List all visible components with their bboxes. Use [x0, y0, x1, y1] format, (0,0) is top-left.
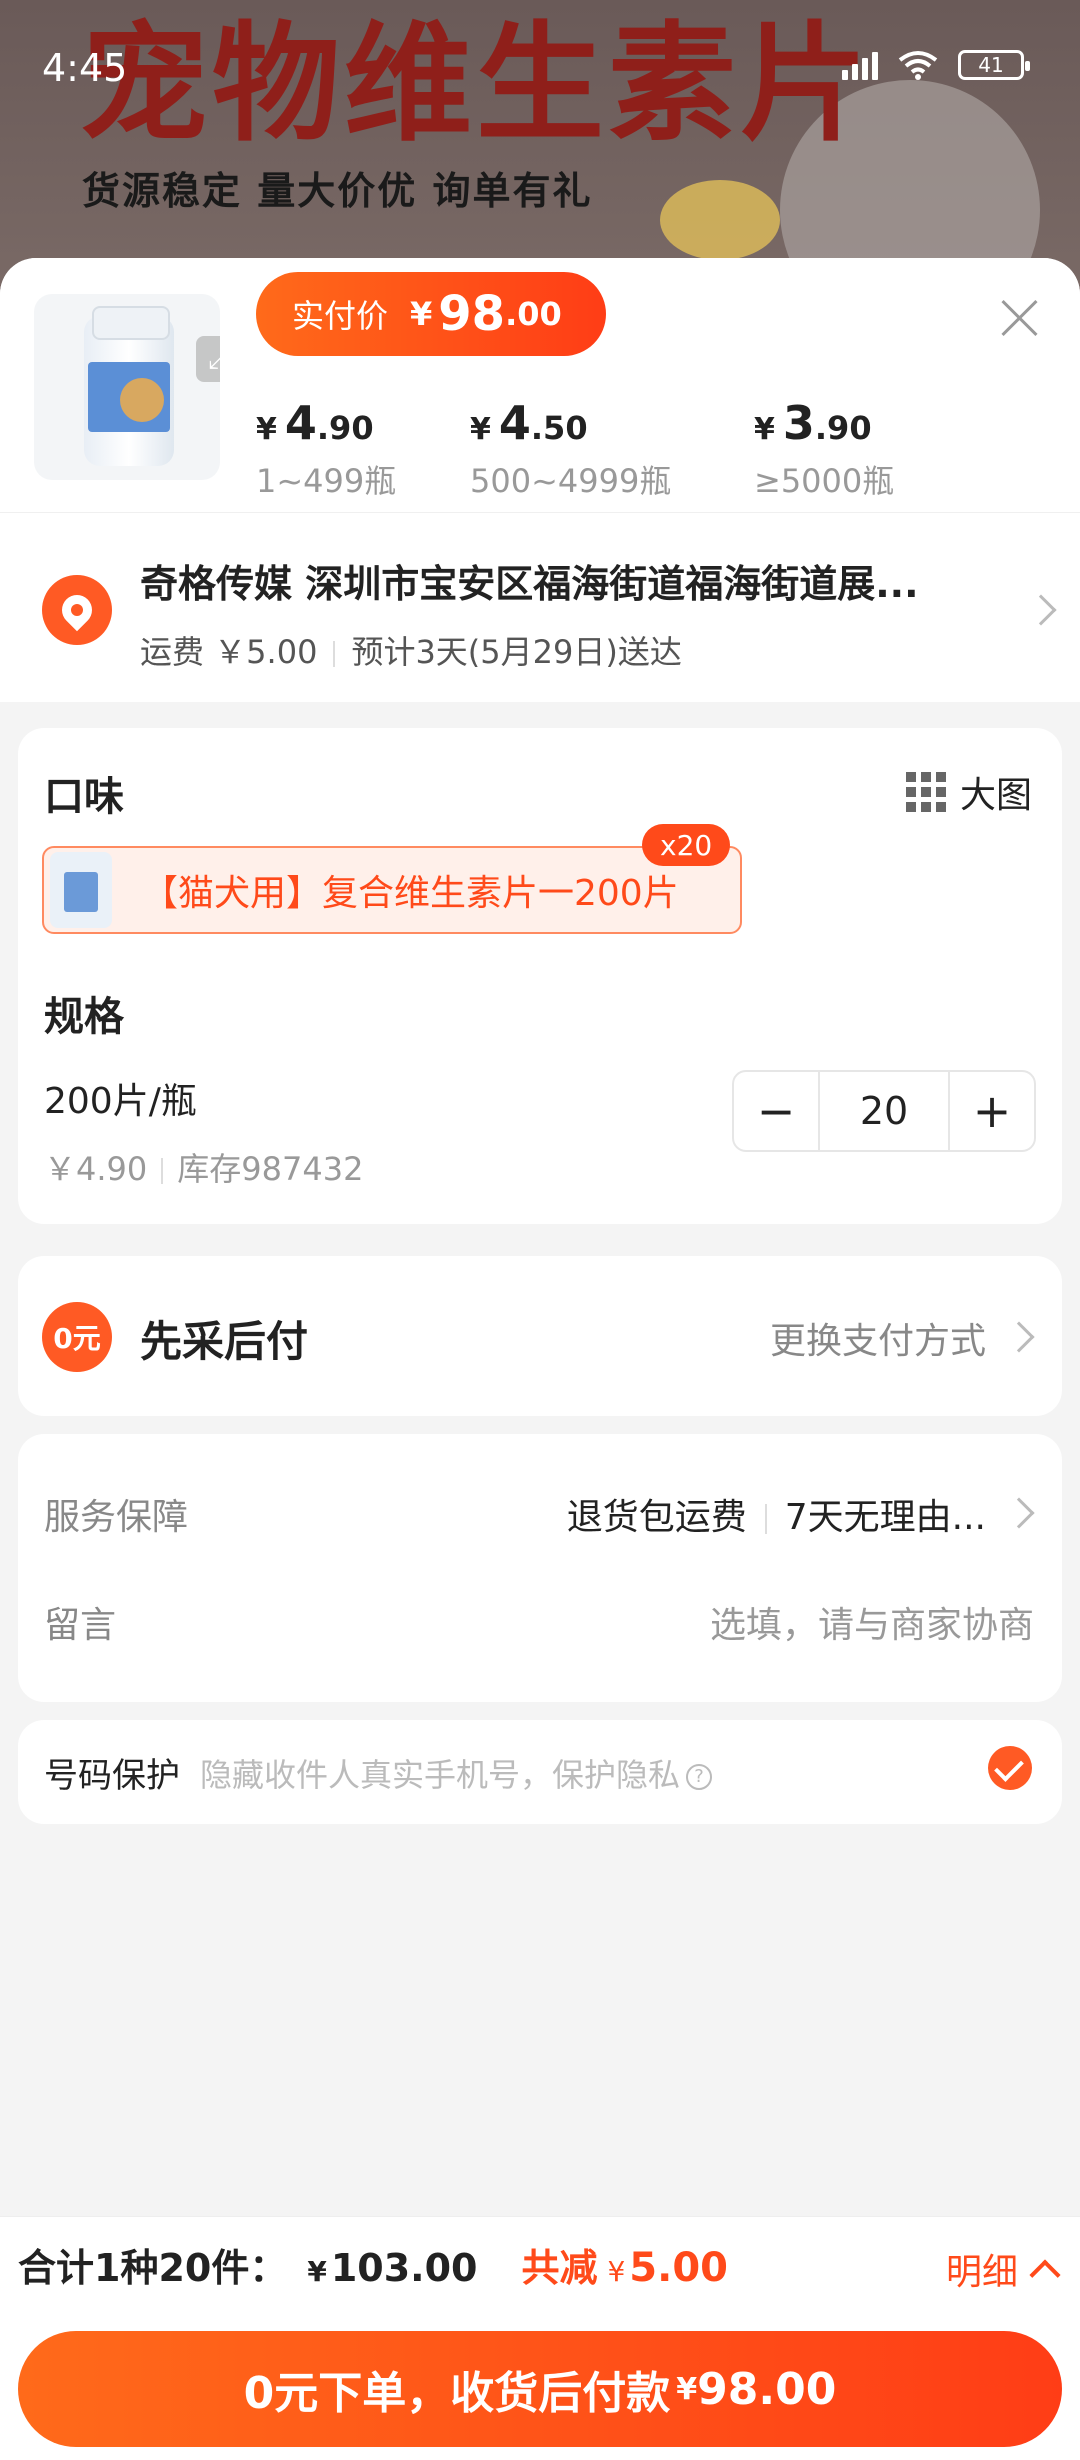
checkout-bar: 合计1种20件： ¥ 103.00 共减 ¥ 5.00 明细 0元下单，收货后付… — [0, 2216, 1080, 2460]
location-icon — [42, 575, 112, 645]
payment-card[interactable]: 0元 先采后付 更换支付方式 — [18, 1256, 1062, 1416]
tier-range: 500~4999瓶 — [470, 462, 672, 500]
phone-protection-label: 号码保护 — [44, 1756, 180, 1796]
sku-sheet: ⤢ 实付价 ¥ 98 .00 ¥4.90 1~499瓶 ¥4.50 500~49… — [0, 258, 1080, 2460]
shipping-fee: 运费 ￥5.00 — [140, 633, 318, 671]
signal-icon — [842, 50, 878, 80]
status-icons: 41 — [842, 50, 1030, 80]
spec-stock: 库存987432 — [177, 1150, 364, 1188]
total-currency: ¥ — [307, 2255, 327, 2288]
payment-title: 先采后付 — [140, 1317, 309, 1366]
tier-int: 3 — [782, 396, 815, 450]
grid-icon — [905, 772, 946, 812]
price-tier: ¥3.90 ≥5000瓶 — [754, 396, 894, 502]
spec-price: ￥4.90 — [44, 1150, 148, 1188]
status-time: 4:45 — [42, 46, 128, 90]
tier-int: 4 — [498, 396, 531, 450]
flavor-option[interactable]: 【猫犬用】复合维生素片一200片 — [42, 846, 742, 934]
service-item: 退货包运费 — [566, 1497, 747, 1538]
address-row[interactable]: 奇格传媒 深圳市宝安区福海街道福海街道展... 运费 ￥5.00 预计3天(5月2… — [0, 512, 1080, 702]
chevron-right-icon — [1003, 1497, 1035, 1529]
quantity-badge: x20 — [642, 824, 731, 866]
flavor-option-label: 【猫犬用】复合维生素片一200片 — [142, 873, 679, 914]
banner-subtitle: 货源稳定 量大价优 询单有礼 — [82, 169, 593, 213]
discount-amount: 5.00 — [629, 2245, 728, 2291]
flavor-thumbnail — [50, 852, 112, 928]
service-label: 服务保障 — [44, 1497, 189, 1538]
product-thumbnail[interactable]: ⤢ — [34, 294, 220, 480]
banner-decoration — [660, 180, 780, 260]
phone-protection-card: 号码保护 隐藏收件人真实手机号，保护隐私? — [18, 1720, 1062, 1824]
total-amount: 103.00 — [330, 2246, 478, 2290]
minus-button[interactable]: − — [734, 1072, 818, 1150]
flavor-title: 口味 — [44, 774, 124, 820]
battery-icon: 41 — [958, 50, 1030, 80]
service-card: 服务保障 退货包运费 7天无理由... 留言 选填，请与商家协商 — [18, 1434, 1062, 1702]
phone-protection-desc: 隐藏收件人真实手机号，保护隐私? — [200, 1750, 713, 1796]
delivery-eta: 预计3天(5月29日)送达 — [351, 633, 682, 671]
sku-card: 口味 大图 【猫犬用】复合维生素片一200片 x20 规格 200片/瓶 ￥4.… — [18, 728, 1062, 1224]
detail-toggle[interactable]: 明细 — [945, 2243, 1061, 2295]
discount-label: 共减 — [521, 2246, 598, 2290]
tier-int: 4 — [284, 396, 317, 450]
tier-currency: ¥ — [470, 412, 491, 447]
spec-title: 规格 — [44, 994, 124, 1040]
price-dec: .00 — [505, 295, 562, 333]
price-int: 98 — [438, 286, 506, 342]
close-icon[interactable] — [1000, 298, 1040, 338]
price-label: 实付价 — [292, 297, 389, 335]
address-text: 奇格传媒 深圳市宝安区福海街道福海街道展... — [140, 562, 919, 606]
place-order-button[interactable]: 0元下单，收货后付款 ¥ 98.00 — [18, 2331, 1062, 2447]
tier-range: ≥5000瓶 — [754, 462, 895, 500]
quantity-input[interactable]: 20 — [818, 1072, 950, 1150]
expand-icon[interactable]: ⤢ — [196, 336, 220, 382]
price-tier: ¥4.90 1~499瓶 — [256, 396, 396, 502]
bottle-image — [84, 306, 174, 466]
message-label: 留言 — [44, 1605, 117, 1646]
order-amount: 98.00 — [697, 2363, 837, 2415]
checkbox-checked-icon[interactable] — [988, 1746, 1032, 1790]
big-view-label: 大图 — [959, 775, 1032, 816]
discount-currency: ¥ — [607, 2255, 626, 2288]
spec-info: ￥4.90 库存987432 — [44, 1144, 363, 1190]
chevron-right-icon — [1025, 594, 1057, 626]
tier-dec: .90 — [814, 409, 872, 447]
chevron-right-icon — [1003, 1321, 1035, 1353]
order-currency: ¥ — [676, 2371, 698, 2407]
tier-currency: ¥ — [256, 412, 277, 447]
chevron-up-icon — [1029, 2259, 1061, 2291]
tier-currency: ¥ — [754, 412, 775, 447]
wifi-icon — [898, 51, 938, 80]
plus-button[interactable]: + — [950, 1072, 1034, 1150]
message-input[interactable]: 选填，请与商家协商 — [710, 1596, 1034, 1648]
spec-name: 200片/瓶 — [44, 1081, 197, 1122]
quantity-stepper: − 20 + — [732, 1070, 1036, 1152]
paid-price-pill: 实付价 ¥ 98 .00 — [256, 272, 606, 356]
summary-label: 合计1种20件： — [18, 2246, 288, 2290]
order-summary: 合计1种20件： ¥ 103.00 共减 ¥ 5.00 — [18, 2237, 728, 2292]
detail-label: 明细 — [945, 2252, 1018, 2293]
battery-level: 41 — [978, 53, 1004, 77]
big-view-toggle[interactable]: 大图 — [905, 766, 1032, 818]
tier-dec: .50 — [530, 409, 588, 447]
tier-dec: .90 — [316, 409, 374, 447]
order-button-label: 0元下单，收货后付款 — [243, 2368, 671, 2419]
pay-later-icon: 0元 — [42, 1302, 112, 1372]
status-bar: 4:45 41 — [0, 0, 1080, 130]
service-items[interactable]: 退货包运费 7天无理由... — [567, 1488, 986, 1540]
sheet-header: ⤢ 实付价 ¥ 98 .00 ¥4.90 1~499瓶 ¥4.50 500~49… — [0, 258, 1080, 512]
phone-protection-text: 隐藏收件人真实手机号，保护隐私 — [200, 1756, 681, 1794]
price-tier: ¥4.50 500~4999瓶 — [470, 396, 671, 502]
shipping-info: 运费 ￥5.00 预计3天(5月29日)送达 — [140, 627, 682, 673]
service-item: 7天无理由... — [784, 1497, 986, 1538]
price-currency: ¥ — [410, 295, 433, 333]
help-icon[interactable]: ? — [686, 1764, 713, 1790]
tier-range: 1~499瓶 — [256, 462, 397, 500]
change-payment-link[interactable]: 更换支付方式 — [770, 1312, 986, 1364]
